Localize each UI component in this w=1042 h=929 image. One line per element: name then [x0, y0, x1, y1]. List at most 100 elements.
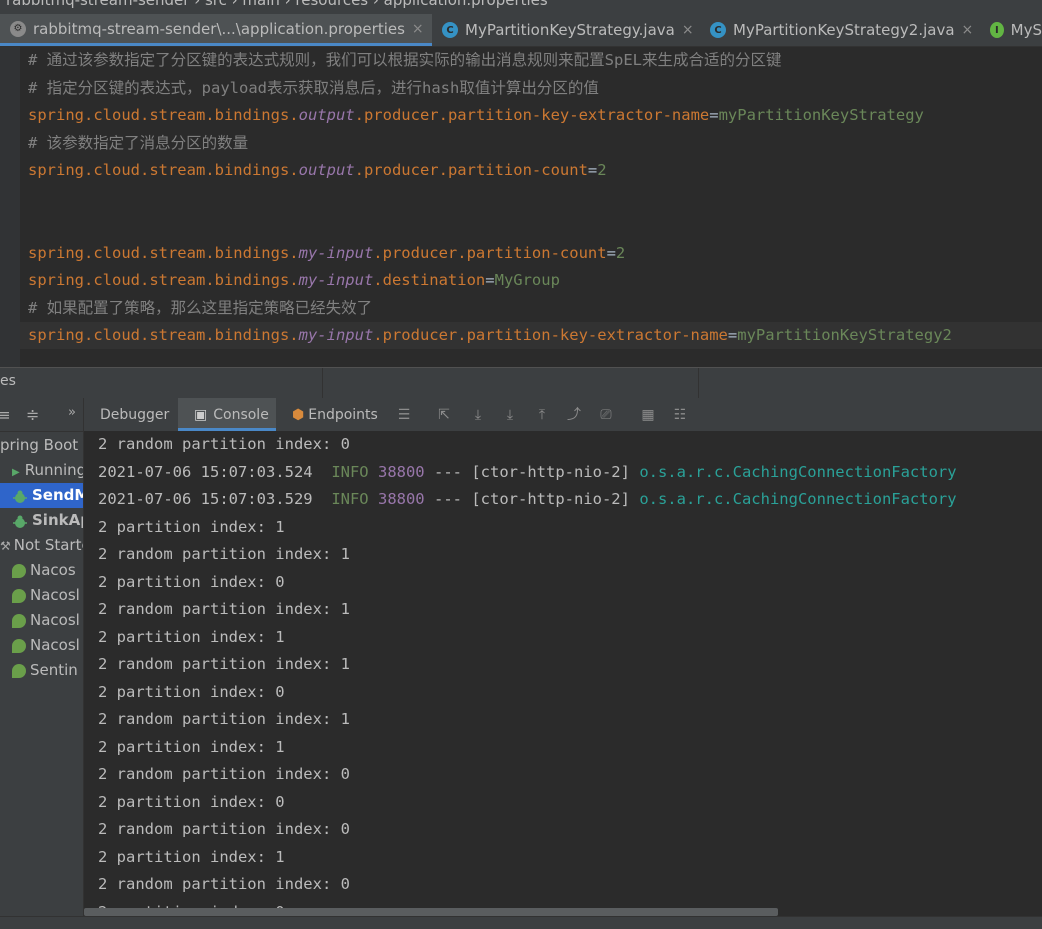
- step-out-icon[interactable]: ⤒: [534, 407, 550, 423]
- console-horizontal-scrollbar[interactable]: [84, 908, 1042, 916]
- properties-file-icon: ⚙: [10, 20, 26, 37]
- property-binding-name: output: [298, 161, 355, 179]
- editor-line: spring.cloud.stream.bindings.my-input.de…: [28, 267, 560, 294]
- log-pid: 38800: [377, 462, 425, 481]
- tree-item[interactable]: Nacosl: [0, 633, 80, 658]
- java-interface-icon: I: [990, 22, 1004, 38]
- tree-item-label: Nacosl: [30, 586, 80, 604]
- property-equals: =: [709, 106, 719, 124]
- property-key: spring.cloud.stream.bindings.: [28, 161, 299, 179]
- property-equals: =: [485, 271, 495, 289]
- console-line: 2021-07-06 15:07:03.529 INFO 38800 --- […: [98, 486, 957, 513]
- header-divider: [698, 368, 699, 398]
- editor-line: spring.cloud.stream.bindings.my-input.pr…: [28, 240, 625, 267]
- tree-item[interactable]: pring Boot: [0, 433, 78, 458]
- log-logger-link[interactable]: o.s.a.r.c.CachingConnectionFactory: [639, 463, 956, 481]
- debug-tab-bar: Debugger ▣ Console ⬢ Endpoints ☰ ⇱ ⤓ ⤓ ⤒ ⤴ ⎚ ▦ ☷: [84, 398, 1042, 432]
- breadcrumb: rabbitmq-stream-sender › src › main › re…: [0, 0, 1042, 14]
- table-view-icon[interactable]: ▦: [640, 407, 656, 423]
- property-key: spring.cloud.stream.bindings.: [28, 326, 299, 344]
- property-value: myPartitionKeyStrategy2: [737, 326, 952, 344]
- log-level: INFO: [331, 490, 369, 508]
- header-divider: [322, 368, 323, 398]
- log-logger-link[interactable]: o.s.a.r.c.CachingConnectionFactory: [639, 490, 956, 508]
- spring-leaf-icon: [12, 588, 26, 603]
- log-timestamp: 2021-07-06 15:07:03.529: [98, 490, 313, 508]
- step-into-icon[interactable]: ⤓: [502, 407, 518, 423]
- property-binding-name: my-input: [298, 326, 374, 344]
- tree-toolbar: ≡ ≑ »: [0, 398, 83, 432]
- close-icon[interactable]: ×: [962, 22, 974, 38]
- debug-icon: [12, 488, 28, 504]
- run-icon: ▶: [12, 467, 20, 478]
- editor-line: spring.cloud.stream.bindings.output.prod…: [28, 102, 924, 129]
- tab-console[interactable]: ▣ Console: [178, 398, 276, 431]
- tree-item-label: Running: [24, 461, 84, 479]
- property-key: spring.cloud.stream.bindings.: [28, 271, 299, 289]
- tree-item[interactable]: ⚒ Not Starte: [0, 533, 83, 558]
- log-timestamp: 2021-07-06 15:07:03.524: [98, 462, 313, 481]
- show-execution-point-icon[interactable]: ⇱: [436, 407, 452, 423]
- tree-item[interactable]: Nacos: [0, 558, 76, 583]
- console-line: 2 random partition index: 1: [98, 600, 350, 618]
- tree-item-label: SendM: [32, 486, 84, 504]
- more-icon[interactable]: »: [68, 405, 76, 420]
- status-bar: [0, 916, 1042, 929]
- property-value: myPartitionKeyStrategy: [718, 106, 924, 124]
- tab-label: Endpoints: [308, 407, 378, 423]
- comment-text: # 如果配置了策略，那么这里指定策略已经失效了: [28, 298, 373, 317]
- tree-item[interactable]: Nacosl: [0, 583, 80, 608]
- close-icon[interactable]: ×: [412, 21, 424, 37]
- settings-icon[interactable]: ☷: [672, 407, 688, 423]
- editor-tab-label: MyS: [1010, 21, 1042, 39]
- tab-endpoints[interactable]: ⬢ Endpoints: [276, 398, 378, 431]
- spring-leaf-icon: [12, 663, 26, 678]
- tree-item[interactable]: SendM: [0, 483, 83, 508]
- console-line: 2 random partition index: 0: [98, 875, 350, 893]
- editor-line: spring.cloud.stream.bindings.output.prod…: [28, 157, 607, 184]
- console-line: 2 random partition index: 0: [98, 765, 350, 783]
- property-value: 2: [615, 243, 626, 262]
- evaluate-expression-icon[interactable]: ⎚: [598, 407, 614, 423]
- console-line: 2 random partition index: 1: [98, 710, 350, 728]
- wrench-icon: ⚒: [0, 539, 11, 553]
- property-key: .producer.partition-key-extractor-name: [354, 106, 710, 124]
- tree-item-label: SinkAp: [32, 511, 83, 529]
- tree-item-label: Nacosl: [30, 636, 80, 654]
- tree-item[interactable]: ▶ Running: [0, 458, 84, 483]
- scrollbar-thumb[interactable]: [84, 908, 778, 916]
- console-line: 2 partition index: 0: [98, 792, 285, 811]
- java-class-icon: C: [442, 22, 458, 38]
- collapse-all-icon[interactable]: ≡: [0, 406, 11, 424]
- editor-tab[interactable]: ⚙ rabbitmq-stream-sender\...\application.…: [0, 14, 432, 46]
- editor-tab[interactable]: C MyPartitionKeyStrategy2.java ×: [700, 14, 980, 46]
- property-equals: =: [727, 326, 738, 344]
- endpoints-icon: ⬢: [292, 407, 305, 423]
- console-line: 2 partition index: 0: [98, 572, 285, 591]
- editor-line: # 指定分区键的表达式，payload表示获取消息后，进行hash取值计算出分区…: [28, 75, 599, 102]
- property-value: MyGroup: [494, 271, 560, 289]
- spring-leaf-icon: [12, 563, 26, 578]
- run-to-cursor-icon[interactable]: ⤴: [566, 407, 582, 423]
- filter-icon[interactable]: ≑: [26, 405, 39, 424]
- property-key: .producer.partition-count: [354, 161, 588, 179]
- tree-item-label: pring Boot: [0, 436, 79, 454]
- java-class-icon: C: [710, 22, 726, 38]
- editor-tab[interactable]: I MyS: [980, 14, 1042, 46]
- hamburger-menu-icon[interactable]: ☰: [396, 407, 412, 423]
- comment-text: # 该参数指定了消息分区的数量: [28, 133, 249, 152]
- property-value: 2: [597, 161, 607, 179]
- property-key: spring.cloud.stream.bindings.: [28, 243, 299, 262]
- editor-gutter: [0, 47, 20, 367]
- console-line: 2 random partition index: 1: [98, 655, 350, 673]
- tree-item[interactable]: Sentin: [0, 658, 78, 683]
- step-over-icon[interactable]: ⤓: [470, 407, 486, 423]
- console-output[interactable]: 2 random partition index: 0 2021-07-06 15…: [84, 431, 1042, 928]
- close-icon[interactable]: ×: [682, 22, 694, 38]
- editor-tab[interactable]: C MyPartitionKeyStrategy.java ×: [432, 14, 700, 46]
- tree-item[interactable]: Nacosl: [0, 608, 80, 633]
- editor[interactable]: # 通过该参数指定了分区键的表达式规则，我们可以根据实际的输出消息规则来配置Sp…: [0, 47, 1042, 367]
- tree-item[interactable]: SinkAp: [0, 508, 83, 533]
- log-level: INFO: [331, 462, 369, 481]
- tab-debugger[interactable]: Debugger: [84, 398, 178, 431]
